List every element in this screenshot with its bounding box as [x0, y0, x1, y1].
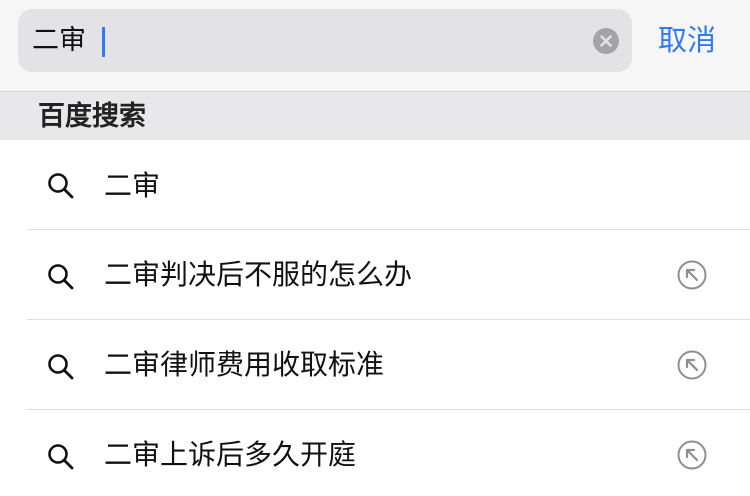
suggestion-label: 二审上诉后多久开庭	[104, 438, 357, 471]
search-bar-header: 二审 取消	[0, 0, 750, 91]
search-input[interactable]: 二审	[18, 9, 632, 72]
suggestion-item[interactable]: 二审律师费用收取标准	[0, 320, 750, 410]
section-header: 百度搜索	[0, 91, 750, 140]
fill-search-arrow-icon[interactable]	[676, 349, 708, 381]
cancel-button[interactable]: 取消	[658, 9, 716, 72]
suggestion-label: 二审律师费用收取标准	[104, 348, 385, 381]
search-icon	[48, 354, 74, 380]
suggestion-item[interactable]: 二审上诉后多久开庭	[0, 410, 750, 496]
suggestion-list: 二审 二审判决后不服的怎么办 二审律师费用收取标准 二审上诉后多久开庭	[0, 140, 750, 496]
suggestion-item[interactable]: 二审	[0, 140, 750, 230]
search-icon	[48, 444, 74, 470]
suggestion-label: 二审判决后不服的怎么办	[104, 258, 413, 291]
fill-search-arrow-icon[interactable]	[676, 439, 708, 471]
text-caret	[102, 27, 105, 57]
fill-search-arrow-icon[interactable]	[676, 259, 708, 291]
clear-icon[interactable]	[593, 28, 619, 54]
search-query-text: 二审	[32, 25, 86, 56]
suggestion-item[interactable]: 二审判决后不服的怎么办	[0, 230, 750, 320]
search-icon	[48, 173, 74, 199]
section-title: 百度搜索	[38, 101, 146, 132]
suggestion-label: 二审	[104, 169, 161, 202]
search-icon	[48, 264, 74, 290]
